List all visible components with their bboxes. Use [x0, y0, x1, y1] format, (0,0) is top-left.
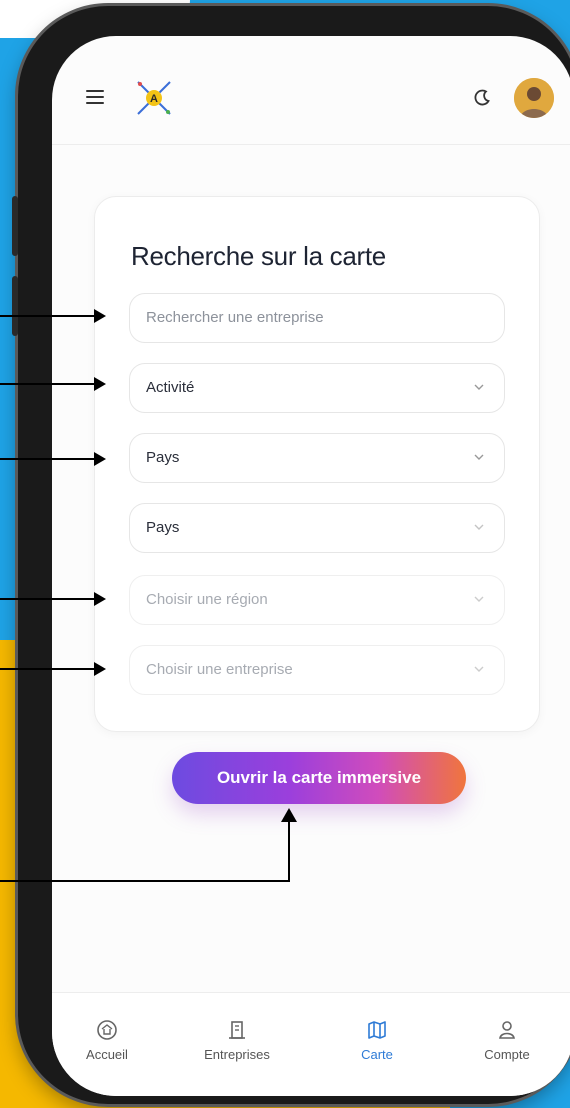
chevron-down-icon [474, 524, 484, 530]
country-select[interactable]: Pays [129, 433, 505, 483]
map-search-card: Recherche sur la carte Rechercher une en… [94, 196, 540, 732]
annotation-arrow-line [288, 816, 290, 882]
app-screen: A Recherche sur la carte Rechercher une … [52, 36, 570, 1096]
chevron-down-icon [474, 666, 484, 672]
annotation-arrow [0, 662, 106, 676]
chevron-down-icon [474, 384, 484, 390]
nav-item-compte[interactable]: Compte [462, 1019, 552, 1062]
nav-label: Entreprises [204, 1047, 270, 1062]
nav-item-entreprises[interactable]: Entreprises [192, 1019, 282, 1062]
logo-icon[interactable]: A [132, 78, 176, 118]
country-select-secondary[interactable]: Pays [129, 503, 505, 553]
company-select[interactable]: Choisir une entreprise [129, 645, 505, 695]
annotation-arrow [0, 592, 106, 606]
activity-value: Activité [146, 379, 195, 396]
nav-item-carte[interactable]: Carte [332, 1019, 422, 1062]
search-company-input[interactable]: Rechercher une entreprise [129, 293, 505, 343]
user-avatar[interactable] [514, 78, 554, 118]
phone-frame: A Recherche sur la carte Rechercher une … [12, 6, 570, 1104]
annotation-arrow [0, 452, 106, 466]
building-icon [229, 1021, 245, 1039]
chevron-down-icon [474, 596, 484, 602]
nav-item-accueil[interactable]: Accueil [62, 1019, 152, 1062]
nav-label: Compte [484, 1047, 530, 1062]
nav-label: Carte [361, 1047, 393, 1062]
activity-select[interactable]: Activité [129, 363, 505, 413]
annotation-arrowhead [281, 808, 297, 822]
company-placeholder: Choisir une entreprise [146, 661, 293, 678]
map-icon [368, 1021, 386, 1039]
country-value-secondary: Pays [146, 519, 180, 536]
phone-side-button [12, 196, 18, 256]
card-title: Recherche sur la carte [131, 241, 386, 271]
bottom-nav: Accueil Entreprises Carte Compte [52, 992, 570, 1096]
region-select[interactable]: Choisir une région [129, 575, 505, 625]
open-immersive-map-button[interactable]: Ouvrir la carte immersive [172, 752, 466, 804]
home-icon [97, 1020, 117, 1040]
chevron-down-icon [474, 454, 484, 460]
country-value: Pays [146, 449, 180, 466]
nav-label: Accueil [86, 1047, 128, 1062]
region-placeholder: Choisir une région [146, 591, 268, 608]
annotation-arrow-line [0, 880, 290, 882]
phone-side-button [12, 276, 18, 336]
user-icon [499, 1021, 515, 1039]
annotation-arrow [0, 309, 106, 323]
annotation-arrow [0, 377, 106, 391]
moon-icon[interactable] [472, 88, 492, 108]
hamburger-menu-icon[interactable] [86, 90, 104, 104]
search-placeholder: Rechercher une entreprise [146, 309, 324, 326]
svg-text:A: A [150, 93, 158, 105]
app-header: A [52, 36, 570, 145]
